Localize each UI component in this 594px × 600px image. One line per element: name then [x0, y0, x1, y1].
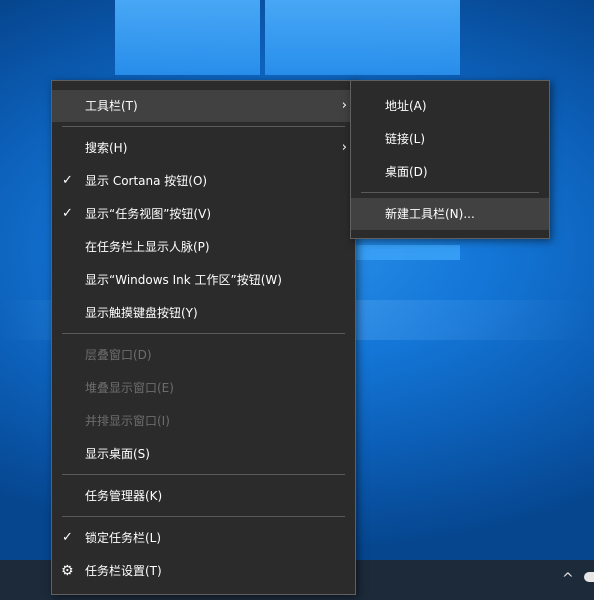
menu-item-label: 地址(A): [385, 99, 427, 113]
menu-item-label: 桌面(D): [385, 165, 428, 179]
checkmark-icon: ✓: [62, 206, 73, 221]
menu-item-label: 锁定任务栏(L): [85, 531, 162, 545]
windows-logo-pane: [265, 0, 460, 75]
menu-separator: [62, 474, 345, 475]
checkmark-icon: ✓: [62, 173, 73, 188]
menu-separator: [62, 516, 345, 517]
menu-item-taskbar-settings[interactable]: ⚙ 任务栏设置(T): [52, 555, 355, 587]
menu-item-show-people[interactable]: 在任务栏上显示人脉(P): [52, 231, 355, 263]
submenu-item-address[interactable]: 地址(A): [351, 90, 549, 122]
menu-item-label: 层叠窗口(D): [85, 348, 152, 362]
menu-item-toolbars[interactable]: 工具栏(T) ›: [52, 90, 355, 122]
menu-separator: [62, 333, 345, 334]
menu-item-search[interactable]: 搜索(H) ›: [52, 132, 355, 164]
menu-item-cascade-windows[interactable]: 层叠窗口(D): [52, 339, 355, 371]
checkmark-icon: ✓: [62, 530, 73, 545]
menu-item-label: 链接(L): [385, 132, 426, 146]
menu-item-label: 任务管理器(K): [85, 489, 163, 503]
menu-item-stack-windows[interactable]: 堆叠显示窗口(E): [52, 372, 355, 404]
menu-item-lock-taskbar[interactable]: ✓ 锁定任务栏(L): [52, 522, 355, 554]
menu-item-label: 显示“任务视图”按钮(V): [85, 207, 212, 221]
tray-overflow-chevron-icon[interactable]: ^: [562, 571, 574, 587]
menu-item-label: 显示 Cortana 按钮(O): [85, 174, 208, 188]
menu-item-label: 并排显示窗口(I): [85, 414, 170, 428]
menu-item-label: 任务栏设置(T): [85, 564, 162, 578]
menu-item-show-cortana[interactable]: ✓ 显示 Cortana 按钮(O): [52, 165, 355, 197]
submenu-item-desktop[interactable]: 桌面(D): [351, 156, 549, 188]
menu-separator: [62, 126, 345, 127]
menu-item-show-windows-ink[interactable]: 显示“Windows Ink 工作区”按钮(W): [52, 264, 355, 296]
submenu-arrow-icon: ›: [341, 98, 347, 113]
menu-item-task-manager[interactable]: 任务管理器(K): [52, 480, 355, 512]
menu-item-show-task-view[interactable]: ✓ 显示“任务视图”按钮(V): [52, 198, 355, 230]
toolbars-submenu: 地址(A) 链接(L) 桌面(D) 新建工具栏(N)...: [350, 80, 550, 239]
taskbar-context-menu: 工具栏(T) › 搜索(H) › ✓ 显示 Cortana 按钮(O) ✓ 显示…: [51, 80, 356, 595]
submenu-item-new-toolbar[interactable]: 新建工具栏(N)...: [351, 198, 549, 230]
menu-item-label: 堆叠显示窗口(E): [85, 381, 174, 395]
menu-item-label: 搜索(H): [85, 141, 128, 155]
submenu-arrow-icon: ›: [341, 140, 347, 155]
onedrive-cloud-icon[interactable]: [584, 572, 594, 582]
menu-separator: [361, 192, 539, 193]
gear-icon: ⚙: [61, 563, 74, 579]
menu-item-label: 显示桌面(S): [85, 447, 150, 461]
menu-item-label: 新建工具栏(N)...: [385, 207, 475, 221]
menu-item-show-touch-keyboard[interactable]: 显示触摸键盘按钮(Y): [52, 297, 355, 329]
menu-item-show-desktop[interactable]: 显示桌面(S): [52, 438, 355, 470]
menu-item-label: 显示触摸键盘按钮(Y): [85, 306, 198, 320]
menu-item-label: 工具栏(T): [85, 99, 138, 113]
menu-item-label: 在任务栏上显示人脉(P): [85, 240, 210, 254]
submenu-item-links[interactable]: 链接(L): [351, 123, 549, 155]
menu-item-side-by-side-windows[interactable]: 并排显示窗口(I): [52, 405, 355, 437]
menu-item-label: 显示“Windows Ink 工作区”按钮(W): [85, 273, 282, 287]
windows-logo-pane: [355, 245, 460, 260]
windows-logo-pane: [115, 0, 260, 75]
